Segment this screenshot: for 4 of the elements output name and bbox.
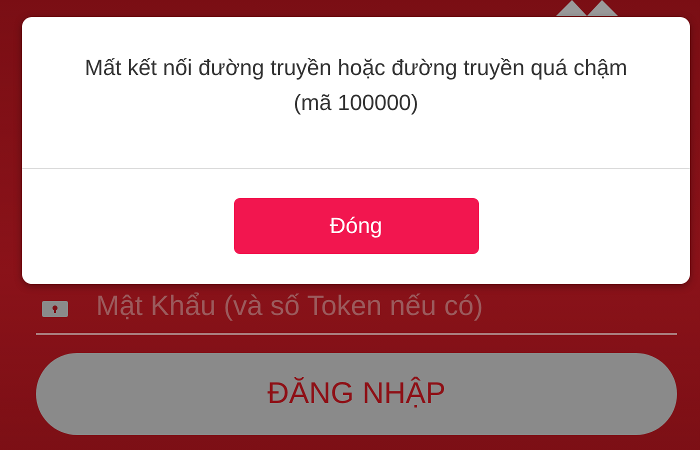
login-button[interactable]: ĐĂNG NHẬP [36, 353, 677, 435]
password-field[interactable]: Mật Khẩu (và số Token nếu có) [36, 288, 677, 335]
alert-message: Mất kết nối đường truyền hoặc đường truyền quá chậm (mã 100000) [22, 17, 690, 169]
close-button[interactable]: Đóng [234, 198, 478, 254]
